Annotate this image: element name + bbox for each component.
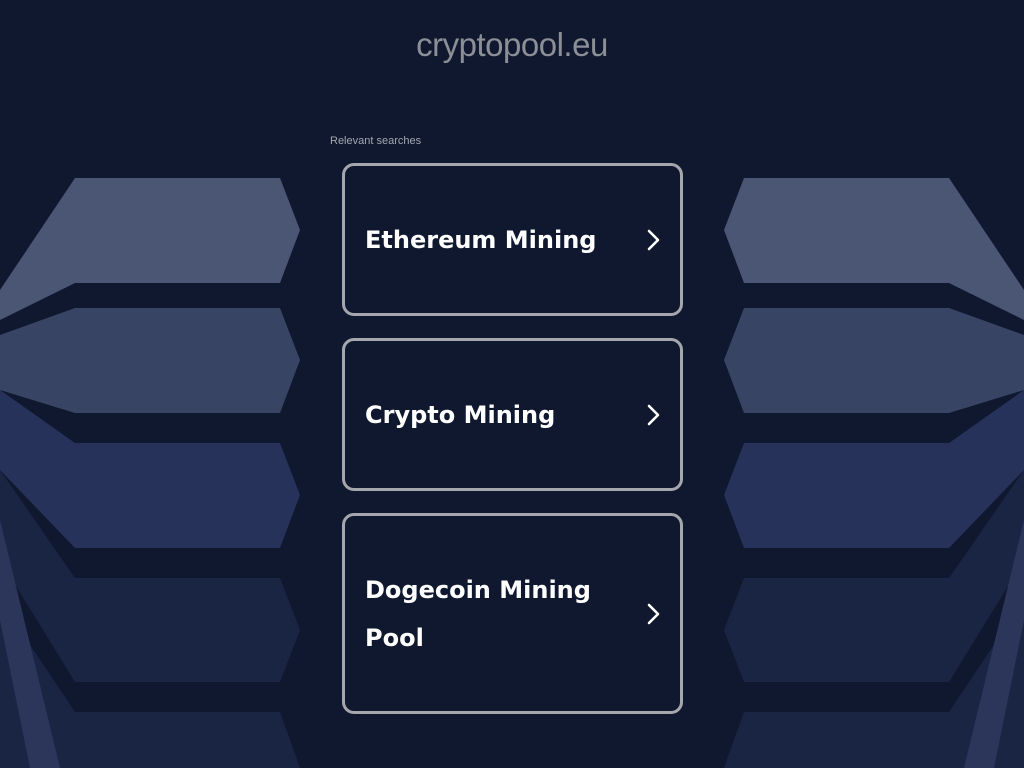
search-link-ethereum-mining[interactable]: Ethereum Mining — [342, 163, 683, 316]
site-domain-title: cryptopool.eu — [416, 26, 608, 63]
search-link-label: Dogecoin Mining Pool — [365, 575, 591, 652]
relevant-searches-heading: Relevant searches — [330, 135, 422, 147]
chevron-right-icon — [647, 603, 660, 624]
search-link-label: Ethereum Mining — [365, 225, 597, 254]
related-search-list: Ethereum Mining Crypto Mining Dogecoin M… — [342, 163, 683, 736]
search-link-label: Crypto Mining — [365, 400, 556, 429]
chevron-right-icon — [647, 404, 660, 425]
search-link-dogecoin-mining-pool[interactable]: Dogecoin Mining Pool — [342, 513, 683, 714]
right-shape-stack — [724, 178, 1024, 768]
left-shape-stack — [0, 178, 300, 768]
chevron-right-icon — [647, 229, 660, 250]
search-link-crypto-mining[interactable]: Crypto Mining — [342, 338, 683, 491]
